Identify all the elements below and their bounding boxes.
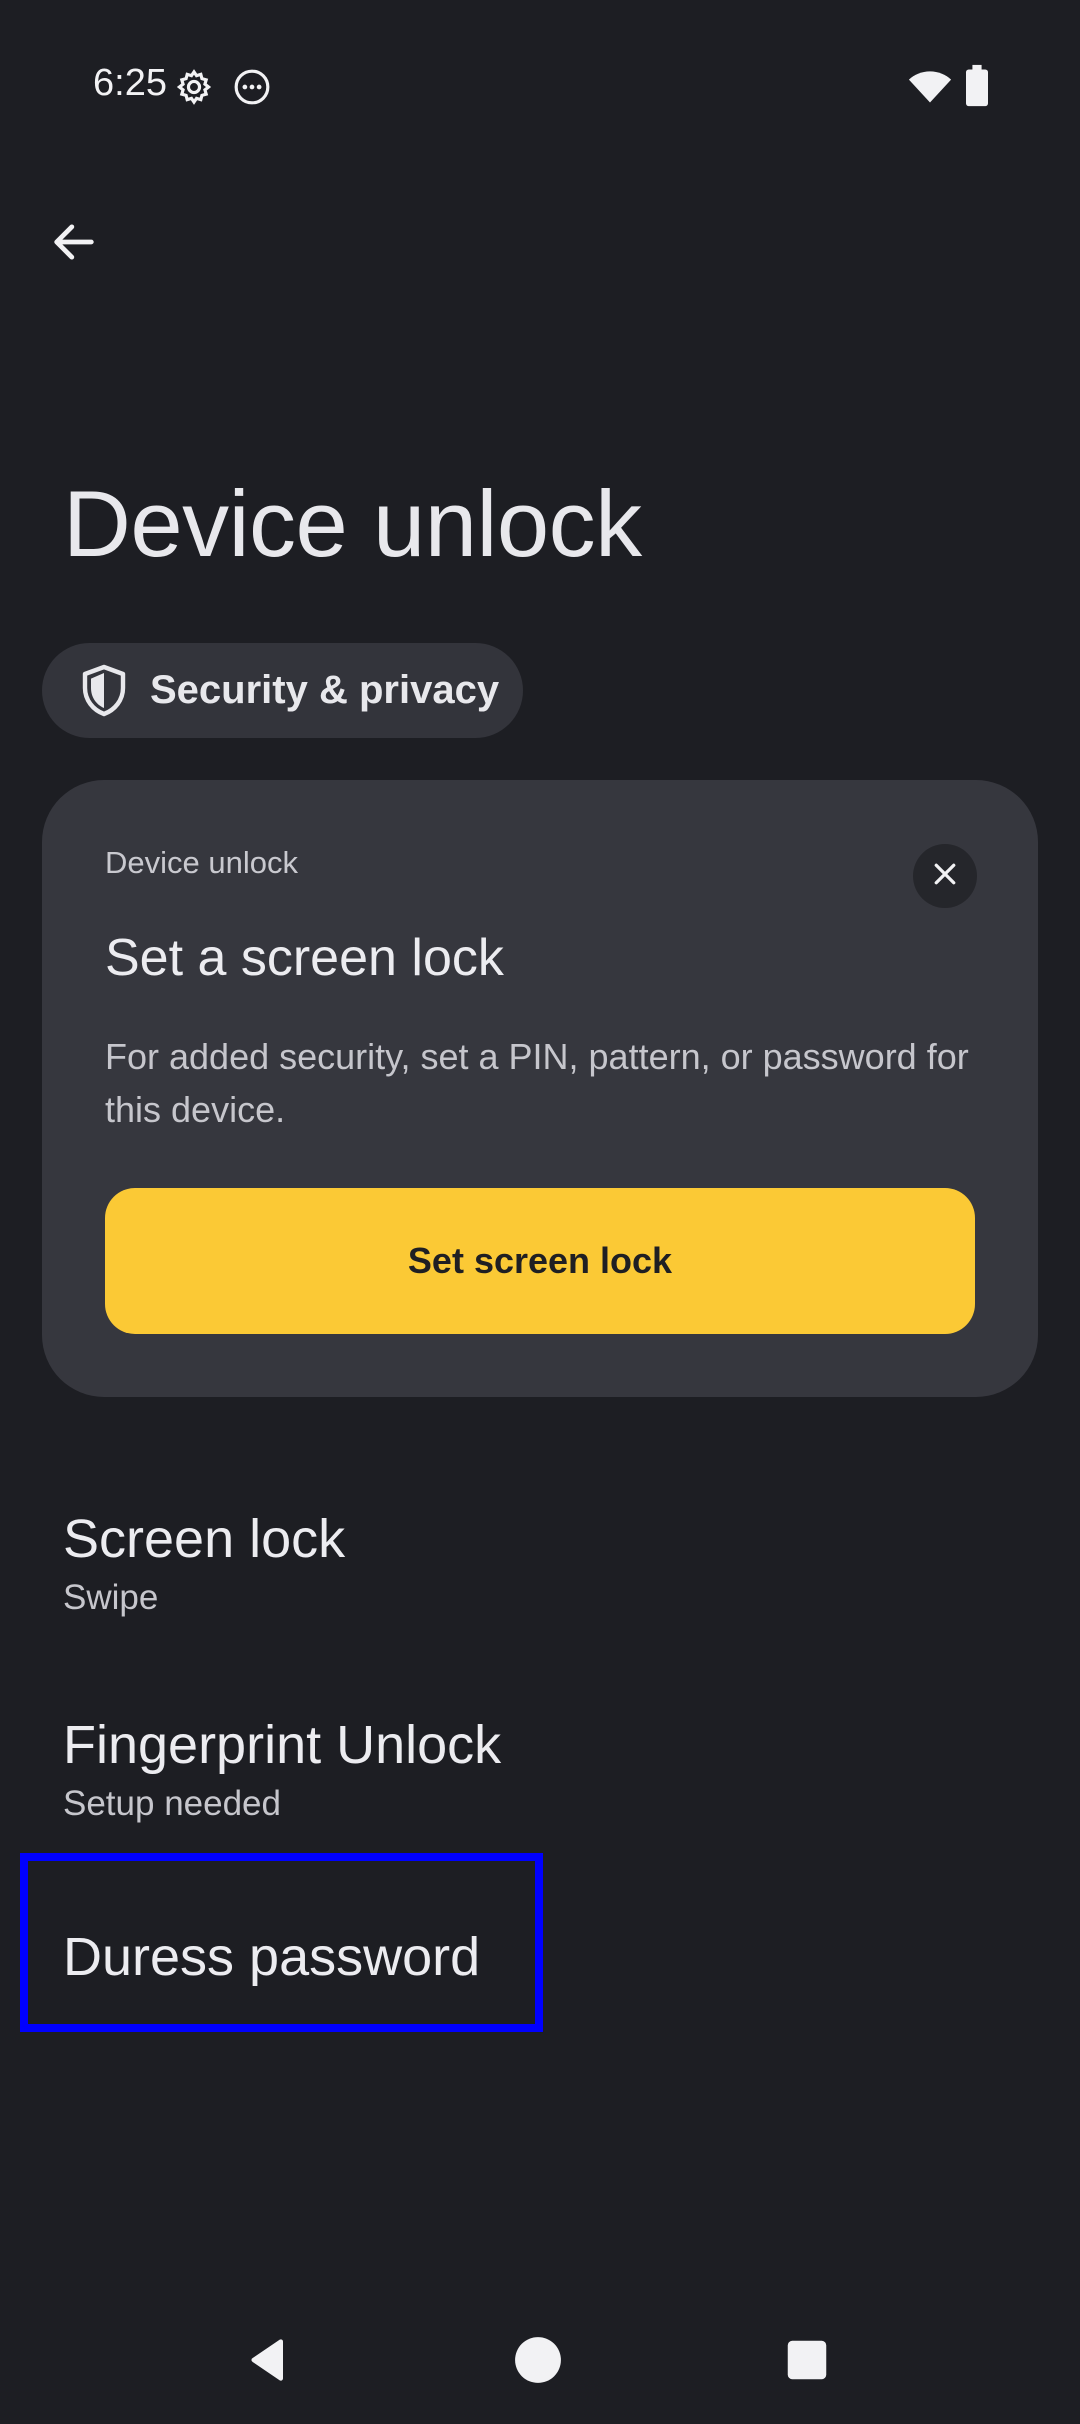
set-screen-lock-button[interactable]: Set screen lock	[105, 1188, 975, 1334]
back-button[interactable]	[42, 212, 106, 276]
nav-back-button[interactable]	[238, 2330, 302, 2394]
nav-home-button[interactable]	[506, 2330, 570, 2394]
settings-gear-icon	[175, 68, 213, 106]
status-time: 6:25	[93, 62, 167, 104]
nav-home-icon	[513, 2335, 563, 2390]
nav-recents-icon	[785, 2338, 829, 2387]
card-title: Set a screen lock	[105, 929, 504, 987]
highlight-box	[20, 1853, 543, 2032]
close-icon	[930, 859, 960, 894]
setting-screen-lock[interactable]: Screen lock Swipe	[0, 1490, 1080, 1690]
breadcrumb-label: Security & privacy	[150, 668, 500, 712]
wifi-icon	[908, 64, 952, 108]
card-eyebrow: Device unlock	[105, 845, 298, 880]
status-bar: 6:25	[0, 0, 1080, 170]
nav-recents-button[interactable]	[775, 2330, 839, 2394]
setting-subtitle: Setup needed	[63, 1784, 281, 1823]
card-body: For added security, set a PIN, pattern, …	[105, 1036, 969, 1130]
setting-title: Fingerprint Unlock	[63, 1715, 502, 1775]
dismiss-card-button[interactable]	[913, 844, 977, 908]
breadcrumb-security-privacy[interactable]: Security & privacy	[42, 643, 523, 738]
screen-lock-suggestion-card: Device unlock Set a screen lock For adde…	[42, 780, 1038, 1397]
battery-icon	[962, 64, 1006, 108]
page-title: Device unlock	[63, 471, 642, 576]
nav-back-icon	[244, 2334, 296, 2391]
more-dots-icon	[233, 68, 271, 106]
device-unlock-screen: 6:25 Device unlock Security & privacy De…	[0, 0, 1080, 2424]
setting-title: Screen lock	[63, 1509, 346, 1569]
shield-icon	[80, 664, 130, 718]
arrow-back-icon	[48, 216, 100, 273]
setting-subtitle: Swipe	[63, 1578, 159, 1617]
